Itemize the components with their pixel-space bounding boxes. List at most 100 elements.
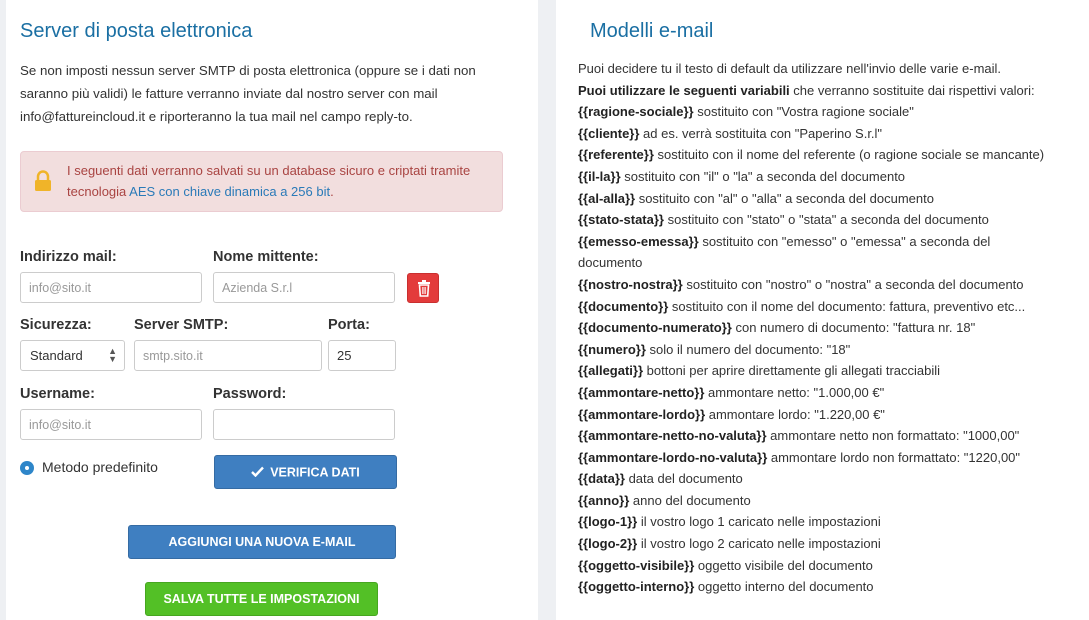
variable-name: Puoi utilizzare le seguenti variabili xyxy=(578,82,790,98)
variable-description: il vostro logo 2 caricato nelle impostaz… xyxy=(637,536,881,552)
trash-icon xyxy=(408,280,440,307)
variable-name: {{oggetto-visibile}} xyxy=(578,557,695,573)
template-variable-line: {{logo-1}} il vostro logo 1 caricato nel… xyxy=(578,511,1089,533)
email-field[interactable] xyxy=(20,272,202,303)
variable-description: che verranno sostituite dai rispettivi v… xyxy=(789,82,1035,98)
template-variable-line: Puoi decidere tu il testo di default da … xyxy=(578,58,1089,80)
variable-name: {{documento-numerato}} xyxy=(578,320,732,336)
template-variable-line: {{il-la}} sostituito con "il" o "la" a s… xyxy=(578,166,1089,188)
variable-description: ammontare netto non formattato: "1000,00… xyxy=(766,428,1020,444)
save-all-settings-button[interactable]: SALVA TUTTE LE IMPOSTAZIONI xyxy=(145,582,378,616)
smtp-intro-text: Se non imposti nessun server SMTP di pos… xyxy=(20,63,476,124)
template-variable-line: {{stato-stata}} sostituito con "stato" o… xyxy=(578,209,1089,231)
template-variable-line: {{emesso-emessa}} sostituito con "emesso… xyxy=(578,231,1089,253)
template-variable-line: {{anno}} anno del documento xyxy=(578,490,1089,512)
delete-email-button[interactable] xyxy=(407,273,439,303)
template-variable-line: {{al-alla}} sostituito con "al" o "alla"… xyxy=(578,188,1089,210)
variable-description: sostituito con "Vostra ragione sociale" xyxy=(693,104,914,120)
alert-end: . xyxy=(330,184,334,199)
smtp-server-field[interactable] xyxy=(134,340,322,371)
variable-description: oggetto interno del documento xyxy=(694,579,874,595)
password-label: Password: xyxy=(213,386,287,402)
sender-name-label: Nome mittente: xyxy=(213,249,319,265)
email-templates-panel: Modelli e-mail Puoi decidere tu il testo… xyxy=(556,0,1089,620)
default-method-radio[interactable] xyxy=(20,461,34,475)
variable-name: {{ammontare-netto}} xyxy=(578,384,705,400)
select-arrows-icon: ▲ ▼ xyxy=(108,346,117,364)
variable-name: {{referente}} xyxy=(578,147,654,163)
variable-name: {{ammontare-lordo}} xyxy=(578,406,706,422)
variable-description: ammontare netto: "1.000,00 €" xyxy=(704,384,885,400)
template-variable-line: {{cliente}} ad es. verrà sostituita con … xyxy=(578,123,1089,145)
template-variable-line: {{ragione-sociale}} sostituito con "Vost… xyxy=(578,101,1089,123)
aes-link[interactable]: AES con chiave dinamica a 256 bit xyxy=(129,184,330,199)
template-variable-line: {{oggetto-interno}} oggetto interno del … xyxy=(578,576,1089,598)
variable-description: anno del documento xyxy=(629,492,751,508)
verify-data-label: VERIFICA DATI xyxy=(270,465,360,480)
variable-name: {{nostro-nostra}} xyxy=(578,276,683,292)
variable-description: data del documento xyxy=(624,471,743,487)
variable-description: sostituito con il nome del documento: fa… xyxy=(668,298,1026,314)
variable-name: {{numero}} xyxy=(578,341,646,357)
port-label: Porta: xyxy=(328,317,370,333)
template-variable-line: {{numero}} solo il numero del documento:… xyxy=(578,339,1089,361)
variable-name: {{logo-1}} xyxy=(578,514,638,530)
template-variable-line: {{oggetto-visibile}} oggetto visibile de… xyxy=(578,555,1089,577)
variable-description: il vostro logo 1 caricato nelle impostaz… xyxy=(637,514,881,530)
variable-description: con numero di documento: "fattura nr. 18… xyxy=(731,320,976,336)
security-select[interactable]: Standard ▲ ▼ xyxy=(20,340,125,371)
security-label: Sicurezza: xyxy=(20,317,92,333)
variable-description: Puoi decidere tu il testo di default da … xyxy=(578,61,1002,76)
security-alert-text: I seguenti dati verranno salvati su un d… xyxy=(67,160,487,202)
smtp-panel-title: Server di posta elettronica xyxy=(20,20,253,42)
verify-data-button[interactable]: VERIFICA DATI xyxy=(214,455,397,489)
port-field[interactable] xyxy=(328,340,396,371)
variable-name: {{ragione-sociale}} xyxy=(578,104,694,120)
security-value: Standard xyxy=(30,348,83,363)
username-label: Username: xyxy=(20,386,95,402)
variable-description: sostituito con il nome del referente (o … xyxy=(653,147,1045,163)
variable-name: {{emesso-emessa}} xyxy=(578,233,699,249)
variable-description: solo il numero del documento: "18" xyxy=(645,341,851,357)
template-variable-line: Puoi utilizzare le seguenti variabili ch… xyxy=(578,80,1089,102)
template-variable-line: {{logo-2}} il vostro logo 2 caricato nel… xyxy=(578,533,1089,555)
variable-description: documento xyxy=(578,255,643,271)
template-variable-line: {{allegati}} bottoni per aprire direttam… xyxy=(578,360,1089,382)
variable-description: ammontare lordo non formattato: "1220,00… xyxy=(767,449,1021,465)
add-email-button[interactable]: AGGIUNGI UNA NUOVA E-MAIL xyxy=(128,525,396,559)
template-variable-line: {{data}} data del documento xyxy=(578,468,1089,490)
check-icon xyxy=(251,457,265,489)
variable-description: sostituito con "nostro" o "nostra" a sec… xyxy=(682,276,1024,292)
variable-name: {{il-la}} xyxy=(578,168,621,184)
variable-name: {{ammontare-netto-no-valuta}} xyxy=(578,428,767,444)
variable-description: ad es. verrà sostituita con "Paperino S.… xyxy=(639,125,883,141)
template-variable-line: {{ammontare-netto}} ammontare netto: "1.… xyxy=(578,382,1089,404)
template-variables-list: Puoi decidere tu il testo di default da … xyxy=(578,58,1089,598)
sender-name-field[interactable] xyxy=(213,272,395,303)
password-field[interactable] xyxy=(213,409,395,440)
variable-name: {{al-alla}} xyxy=(578,190,636,206)
variable-name: {{data}} xyxy=(578,471,625,487)
template-variable-line: {{documento}} sostituito con il nome del… xyxy=(578,296,1089,318)
template-variable-line: {{ammontare-lordo}} ammontare lordo: "1.… xyxy=(578,404,1089,426)
lock-icon xyxy=(34,170,52,197)
variable-description: oggetto visibile del documento xyxy=(694,557,873,573)
template-variable-line: documento xyxy=(578,252,1089,274)
variable-description: bottoni per aprire direttamente gli alle… xyxy=(643,363,941,379)
security-alert: I seguenti dati verranno salvati su un d… xyxy=(20,151,503,212)
variable-name: {{logo-2}} xyxy=(578,536,638,552)
variable-description: sostituito con "al" o "alla" a seconda d… xyxy=(635,190,934,206)
smtp-settings-panel: Server di posta elettronica Se non impos… xyxy=(6,0,538,620)
variable-name: {{cliente}} xyxy=(578,125,640,141)
variable-name: {{oggetto-interno}} xyxy=(578,579,695,595)
template-variable-line: {{ammontare-netto-no-valuta}} ammontare … xyxy=(578,425,1089,447)
template-variable-line: {{referente}} sostituito con il nome del… xyxy=(578,144,1089,166)
template-variable-line: {{nostro-nostra}} sostituito con "nostro… xyxy=(578,274,1089,296)
username-field[interactable] xyxy=(20,409,202,440)
template-variable-line: {{documento-numerato}} con numero di doc… xyxy=(578,317,1089,339)
smtp-server-label: Server SMTP: xyxy=(134,317,229,333)
variable-description: sostituito con "emesso" o "emessa" a sec… xyxy=(698,233,991,249)
variable-name: {{anno}} xyxy=(578,492,630,508)
templates-panel-title: Modelli e-mail xyxy=(590,20,714,42)
template-variable-line: {{ammontare-lordo-no-valuta}} ammontare … xyxy=(578,447,1089,469)
